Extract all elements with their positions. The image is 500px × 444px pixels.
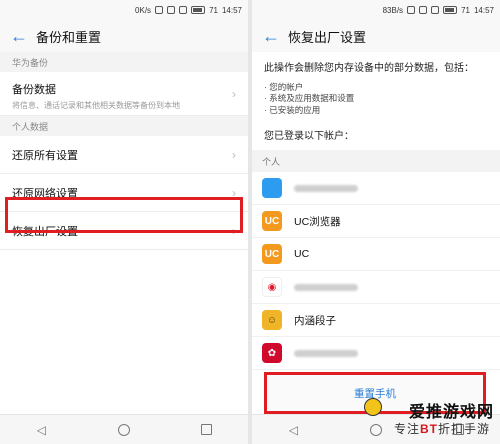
list-item: · 系统及应用数据和设置 [264, 93, 355, 104]
wifi-icon [179, 6, 188, 14]
uc-icon: UC [262, 244, 282, 265]
account-name: UC浏览器 [294, 215, 341, 228]
clock: 14:57 [221, 5, 242, 15]
back-nav-icon[interactable]: ◁ [286, 423, 300, 437]
tagline-bt: BT [419, 422, 438, 436]
page-title: 恢复出厂设置 [288, 29, 367, 45]
restore-all-settings-item[interactable]: 还原所有设置 › [0, 136, 248, 174]
list-item: · 已安装的应用 [264, 105, 321, 116]
account-name: 内涵段子 [294, 314, 336, 327]
huawei-icon: ✿ [262, 343, 282, 364]
list-item: · 您的帐户 [264, 81, 304, 92]
navigation-bar: ◁ [0, 414, 248, 444]
home-nav-icon[interactable] [117, 423, 130, 436]
battery-icon [191, 6, 206, 14]
battery-icon [443, 6, 458, 14]
smiley-logo-icon [364, 398, 382, 416]
chevron-right-icon: › [232, 86, 236, 101]
network-speed: 83B/s [382, 5, 404, 15]
alarm-icon [419, 6, 428, 14]
uc-browser-icon: UC [262, 211, 282, 232]
network-speed: 0K/s [135, 5, 152, 15]
tagline-prefix: 专注 [393, 422, 420, 436]
bluetooth-icon [155, 6, 164, 14]
account-row: UC UC浏览器 [252, 205, 500, 239]
factory-reset-screen: 83B/s 71 14:57 ← 恢复出厂设置 此操作会删除您内存设备中的部分数… [252, 0, 500, 444]
account-row: ◉ [252, 271, 500, 305]
back-nav-icon[interactable]: ◁ [34, 423, 48, 437]
data-list: · 您的帐户 · 系统及应用数据和设置 · 已安装的应用 [252, 76, 500, 118]
blurred-account-name [294, 184, 358, 192]
title-bar: ← 恢复出厂设置 [252, 20, 500, 52]
clock: 14:57 [473, 5, 494, 15]
accounts-section-header: 个人 [252, 150, 500, 173]
page-title: 备份和重置 [36, 29, 102, 45]
title-bar: ← 备份和重置 [0, 20, 248, 52]
neihan-icon: ☺ [262, 310, 282, 331]
blue-square-icon [262, 178, 282, 199]
alarm-icon [167, 6, 176, 14]
settings-backup-reset-screen: 0K/s 71 14:57 ← 备份和重置 华为备份 备份数据 将信息、通话记录… [0, 0, 248, 444]
blurred-account-name [294, 283, 358, 291]
battery-level: 71 [461, 5, 470, 15]
section-header-huawei-backup: 华为备份 [0, 52, 248, 72]
watermark-tagline: 专注BT折扣手游 [394, 420, 490, 437]
account-row: ✿ [252, 337, 500, 371]
blurred-account-name [294, 349, 358, 357]
account-name: UC [294, 248, 310, 261]
watermark: 爱推游戏网 专注BT折扣手游 [364, 398, 494, 442]
bluetooth-icon [407, 6, 416, 14]
account-row: UC UC [252, 238, 500, 272]
tagline-suffix: 折扣手游 [437, 422, 490, 436]
backup-data-description: 将信息、通话记录和其他相关数据等备份到本地 [12, 101, 180, 110]
status-bar: 0K/s 71 14:57 [0, 0, 248, 20]
status-bar: 83B/s 71 14:57 [252, 0, 500, 20]
backup-data-label: 备份数据 [12, 84, 56, 96]
account-row [252, 172, 500, 206]
watermark-title: 爱推游戏网 [408, 404, 494, 421]
section-header-personal-data: 个人数据 [0, 116, 248, 136]
back-arrow-icon[interactable]: ← [262, 27, 288, 45]
recents-nav-icon[interactable] [201, 424, 213, 435]
weibo-icon: ◉ [262, 277, 282, 298]
restore-all-settings-label: 还原所有设置 [12, 149, 78, 162]
account-row: ☺ 内涵段子 [252, 304, 500, 338]
backup-data-item[interactable]: 备份数据 将信息、通话记录和其他相关数据等备份到本地 › [0, 72, 248, 116]
battery-level: 71 [209, 5, 218, 15]
highlight-box [5, 197, 243, 233]
warning-text: 此操作会删除您内存设备中的部分数据，包括： [264, 63, 474, 74]
wifi-icon [431, 6, 440, 14]
logged-in-accounts-label: 您已登录以下帐户： [264, 131, 354, 143]
chevron-right-icon: › [232, 147, 236, 162]
back-arrow-icon[interactable]: ← [10, 27, 36, 45]
